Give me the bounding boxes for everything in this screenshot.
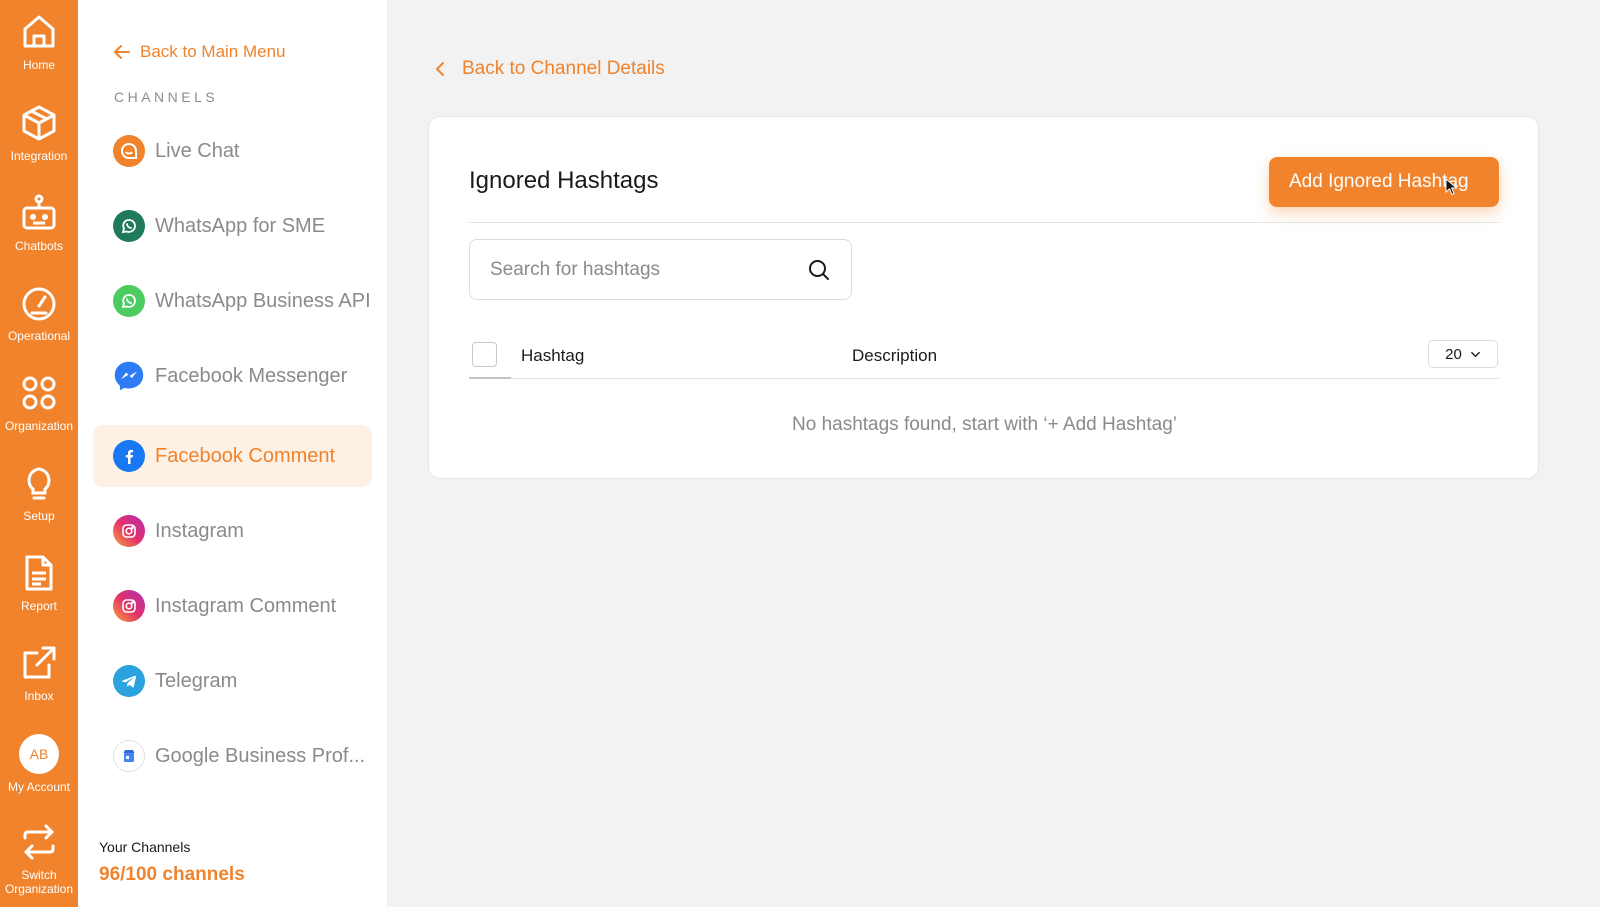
page-size-select[interactable]: 20: [1428, 340, 1498, 368]
whatsapp-icon: [113, 285, 145, 317]
sidebar-item-label: Live Chat: [155, 139, 240, 162]
page-title: Ignored Hashtags: [469, 167, 659, 194]
google-business-icon: [113, 740, 145, 772]
sidebar-item-whatsapp-business-api[interactable]: WhatsApp Business API: [93, 270, 372, 332]
rail-report[interactable]: Report: [0, 553, 78, 613]
rail-integration[interactable]: Integration: [0, 103, 78, 163]
chevron-left-icon: [436, 62, 444, 76]
back-to-main-menu-label: Back to Main Menu: [140, 42, 286, 61]
cube-icon: [22, 105, 56, 141]
sidebar-item-label: Instagram: [155, 519, 244, 542]
rail-operational[interactable]: Operational: [0, 283, 78, 343]
sidebar-item-whatsapp-sme[interactable]: WhatsApp for SME: [93, 195, 372, 257]
document-icon: [25, 555, 53, 591]
rail-organization[interactable]: Organization: [0, 373, 78, 433]
rail-inbox[interactable]: Inbox: [0, 643, 78, 703]
sidebar-item-google-business[interactable]: Google Business Prof...: [93, 725, 372, 787]
facebook-icon: [113, 440, 145, 472]
avatar: AB: [19, 734, 59, 774]
rail-label-line: Organization: [4, 882, 74, 896]
rail-label: Inbox: [24, 689, 54, 703]
instagram-icon: [113, 590, 145, 622]
channel-sidebar: Back to Main Menu CHANNELS Live Chat Wha…: [78, 0, 387, 907]
empty-state-message: No hashtags found, start with ‘+ Add Has…: [792, 414, 1177, 435]
lightbulb-icon: [27, 467, 51, 500]
sidebar-item-live-chat[interactable]: Live Chat: [93, 120, 372, 182]
sidebar-item-label: Google Business Prof...: [155, 744, 366, 767]
rail-label: Chatbots: [14, 239, 64, 253]
rail-label: My Account: [7, 780, 71, 794]
chevron-down-icon: [1470, 351, 1480, 357]
sidebar-item-instagram[interactable]: Instagram: [93, 500, 372, 562]
rail-label: Organization: [4, 419, 74, 433]
arrow-left-icon: [114, 45, 130, 59]
sidebar-item-label: Facebook Messenger: [155, 364, 348, 387]
sidebar-item-label: Facebook Comment: [155, 444, 336, 467]
switch-arrows-icon: [23, 824, 55, 860]
left-rail: Home Integration Chatbots Operational Or…: [0, 0, 78, 907]
robot-icon: [22, 194, 56, 230]
your-channels-label: Your Channels: [99, 839, 191, 855]
whatsapp-icon: [113, 210, 145, 242]
select-all-checkbox[interactable]: [472, 342, 497, 367]
search-icon[interactable]: [807, 258, 831, 282]
table-header-divider: [469, 378, 1499, 379]
mouse-cursor-icon: [1445, 178, 1458, 196]
search-input[interactable]: [490, 258, 807, 281]
add-ignored-hashtag-button[interactable]: Add Ignored Hashtag: [1269, 157, 1499, 207]
rail-home[interactable]: Home: [0, 12, 78, 72]
back-to-channel-details-link[interactable]: Back to Channel Details: [432, 58, 665, 80]
rail-setup[interactable]: Setup: [0, 463, 78, 523]
rail-label: Setup: [23, 509, 55, 523]
rail-chatbots[interactable]: Chatbots: [0, 193, 78, 253]
page-size-value: 20: [1445, 345, 1462, 363]
messenger-icon: [113, 360, 145, 392]
rail-label: Home: [22, 58, 55, 72]
rail-label: Integration: [10, 149, 68, 163]
grid-circles-icon: [22, 376, 56, 410]
sidebar-item-label: WhatsApp for SME: [155, 214, 326, 237]
rail-label: Report: [20, 599, 58, 613]
telegram-icon: [113, 665, 145, 697]
sidebar-item-instagram-comment[interactable]: Instagram Comment: [93, 575, 372, 637]
back-to-main-menu-link[interactable]: Back to Main Menu: [112, 42, 286, 62]
back-to-channel-details-label: Back to Channel Details: [462, 58, 665, 79]
live-chat-icon: [113, 135, 145, 167]
divider: [469, 222, 1499, 223]
sidebar-item-facebook-comment[interactable]: Facebook Comment: [93, 425, 372, 487]
rail-label: Operational: [7, 329, 71, 343]
sidebar-item-facebook-messenger[interactable]: Facebook Messenger: [93, 345, 372, 407]
search-box: [469, 239, 852, 300]
rail-my-account[interactable]: AB My Account: [0, 734, 78, 794]
sidebar-item-label: Instagram Comment: [155, 594, 337, 617]
sidebar-item-telegram[interactable]: Telegram: [93, 650, 372, 712]
external-link-icon: [23, 646, 56, 679]
sidebar-item-label: WhatsApp Business API: [155, 289, 371, 312]
instagram-icon: [113, 515, 145, 547]
column-header-hashtag: Hashtag: [521, 346, 585, 365]
table-header-divider-accent: [469, 377, 511, 379]
rail-switch-organization[interactable]: Switch Organization: [0, 822, 78, 896]
sidebar-item-label: Telegram: [155, 669, 238, 692]
gauge-icon: [22, 287, 56, 321]
rail-label-line: Switch: [21, 868, 57, 882]
ignored-hashtags-card: Ignored Hashtags Add Ignored Hashtag Has…: [428, 116, 1539, 479]
home-icon: [23, 15, 55, 48]
rail-label: Switch Organization: [5, 868, 73, 896]
channels-section-title: CHANNELS: [114, 89, 219, 105]
column-header-description: Description: [852, 346, 938, 365]
channel-count: 96/100 channels: [99, 864, 245, 885]
